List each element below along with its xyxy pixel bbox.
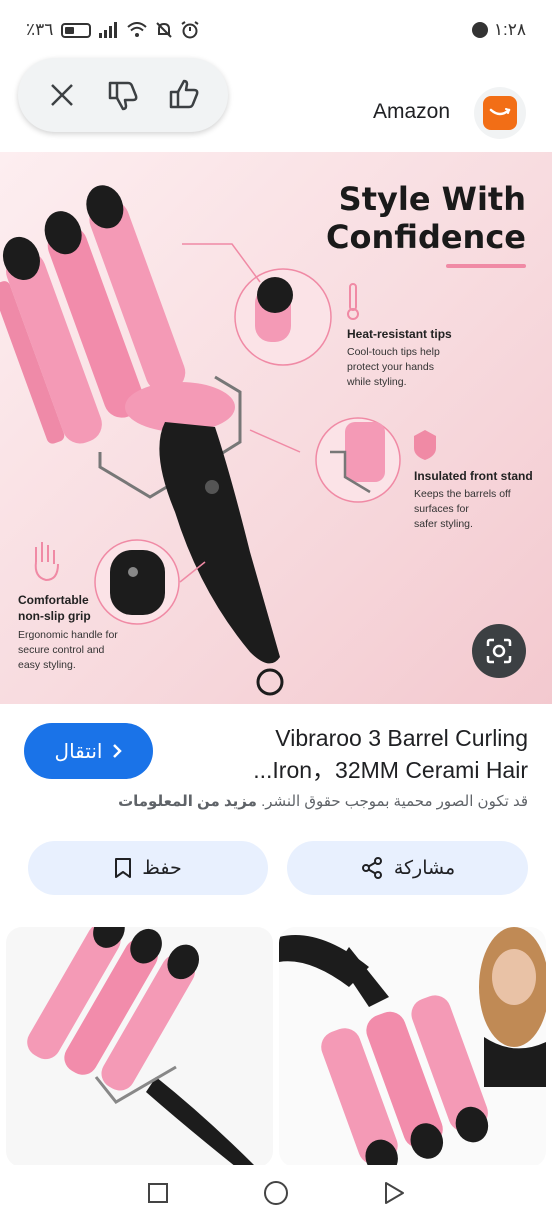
feature-desc-grip: Ergonomic handle for secure control and … bbox=[18, 629, 118, 671]
battery-icon bbox=[61, 22, 92, 38]
copyright-notice: قد تكون الصور محمية بموجب حقوق النشر. مز… bbox=[24, 792, 528, 810]
feedback-toolbar bbox=[18, 58, 228, 132]
feature-title-tips: Heat-resistant tips bbox=[347, 327, 452, 341]
visit-button[interactable]: انتقال bbox=[24, 723, 153, 779]
lens-icon bbox=[486, 638, 512, 664]
feature-desc-stand: Keeps the barrels off surfaces for safer… bbox=[414, 488, 511, 530]
related-image-1[interactable] bbox=[6, 927, 273, 1167]
back-icon[interactable] bbox=[383, 1181, 405, 1205]
amazon-logo-icon bbox=[483, 96, 517, 130]
product-hero-image[interactable]: Style With Confidence Heat-resistant tip… bbox=[0, 152, 552, 704]
feature-title-grip: Comfortable non-slip grip bbox=[18, 593, 91, 623]
feature-desc-tips: Cool-touch tips help protect your hands … bbox=[347, 346, 440, 388]
signal-icon bbox=[99, 22, 118, 38]
thumbs-down-button[interactable] bbox=[101, 73, 145, 117]
save-button-label: حفظ bbox=[142, 857, 182, 879]
hero-headline-line1: Style With bbox=[338, 180, 526, 218]
home-icon[interactable] bbox=[263, 1180, 289, 1206]
hero-underline bbox=[446, 264, 526, 268]
feature-title-stand: Insulated front stand bbox=[414, 469, 533, 483]
curling-iron-thumbnail bbox=[6, 927, 273, 1167]
related-image-2[interactable] bbox=[279, 927, 546, 1167]
source-name[interactable]: Amazon bbox=[373, 100, 450, 124]
thumbs-up-button[interactable] bbox=[162, 73, 206, 117]
messenger-icon bbox=[471, 22, 488, 38]
share-button[interactable]: مشاركة bbox=[287, 841, 528, 895]
curling-iron-model-thumbnail bbox=[279, 927, 546, 1167]
thumbs-down-icon bbox=[108, 81, 138, 111]
copyright-text: قد تكون الصور محمية بموجب حقوق النشر. bbox=[261, 793, 528, 810]
thumbs-up-icon bbox=[169, 79, 199, 109]
hero-headline: Style With Confidence bbox=[326, 180, 526, 256]
chevron-right-icon bbox=[113, 744, 123, 758]
wifi-icon bbox=[127, 22, 148, 37]
more-info-link[interactable]: مزيد من المعلومات bbox=[118, 793, 257, 810]
share-button-label: مشاركة bbox=[393, 857, 456, 879]
lens-search-button[interactable] bbox=[472, 624, 526, 678]
product-title[interactable]: Vibraroo 3 Barrel Curling ...Iron，32MM C… bbox=[168, 722, 528, 786]
visit-button-label: انتقال bbox=[54, 740, 103, 763]
close-button[interactable] bbox=[40, 73, 84, 117]
system-nav-bar bbox=[0, 1165, 552, 1221]
status-left: ٪٣٦ bbox=[26, 20, 199, 40]
mute-icon bbox=[156, 22, 173, 38]
product-title-line1: Vibraroo 3 Barrel Curling bbox=[275, 725, 528, 751]
close-icon bbox=[51, 84, 74, 106]
recents-icon[interactable] bbox=[147, 1182, 169, 1204]
clock-time: ١:٢٨ bbox=[493, 20, 526, 39]
bookmark-icon bbox=[115, 858, 132, 878]
hero-headline-line2: Confidence bbox=[325, 218, 526, 256]
source-logo[interactable] bbox=[474, 87, 526, 139]
product-title-line2: ...Iron，32MM Cerami Hair bbox=[253, 757, 528, 783]
alarm-icon bbox=[181, 21, 199, 39]
share-icon bbox=[361, 857, 382, 879]
save-button[interactable]: حفظ bbox=[28, 841, 268, 895]
status-bar: ٪٣٦ ١:٢٨ bbox=[0, 0, 552, 60]
status-right: ١:٢٨ bbox=[471, 20, 526, 40]
battery-text: ٪٣٦ bbox=[26, 20, 54, 39]
